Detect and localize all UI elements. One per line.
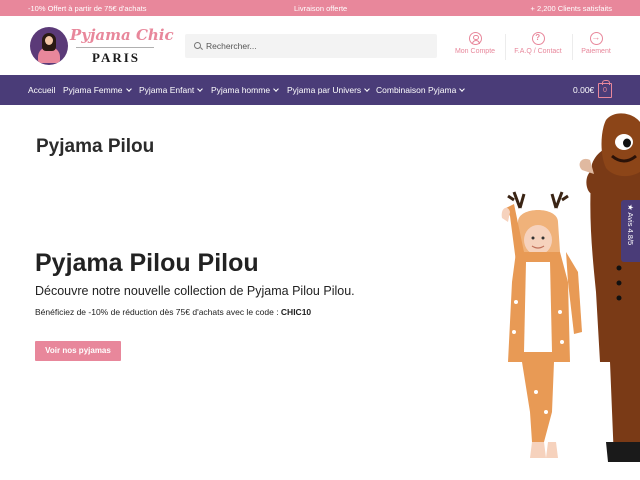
reviews-tab[interactable]: ★ Avis 4.8/5 <box>621 200 640 262</box>
hero-pyjama-models-image <box>501 113 640 462</box>
header-divider <box>505 34 506 60</box>
nav-item-pyjama-enfant[interactable]: Pyjama Enfant <box>139 85 204 95</box>
user-icon <box>468 32 482 45</box>
nav-item-label: Pyjama homme <box>211 85 271 95</box>
announcement-shipping: Livraison offerte <box>294 4 348 13</box>
payment-link[interactable]: Paiement <box>578 32 614 62</box>
search-box <box>185 34 437 58</box>
promo-code: CHIC10 <box>280 307 312 317</box>
adult-onesie-figure <box>579 113 640 462</box>
nav-item-label: Accueil <box>28 85 56 95</box>
nav-item-pyjama-homme[interactable]: Pyjama homme <box>211 85 279 95</box>
header-divider <box>572 34 573 60</box>
chevron-down-icon <box>125 86 132 92</box>
chevron-down-icon <box>459 86 466 92</box>
cart-bag-icon[interactable]: 0 <box>598 80 612 98</box>
cart-count: 0 <box>603 87 607 94</box>
reviews-tab-text: ★ Avis 4.8/5 <box>621 204 640 266</box>
nav-item-label: Pyjama Enfant <box>139 85 195 95</box>
chevron-down-icon <box>364 86 371 92</box>
logo-subtitle: PARIS <box>92 50 141 65</box>
nav-item-label: Pyjama Femme <box>63 85 123 95</box>
site-header: Pyjama Chic PARIS Mon Compte F.A.Q / Con… <box>0 16 640 75</box>
view-pyjamas-button[interactable]: Voir nos pyjamas <box>35 341 121 361</box>
nav-item-combinaison-pyjama[interactable]: Combinaison Pyjama <box>376 85 466 95</box>
hero-subtitle: Découvre notre nouvelle collection de Py… <box>35 284 355 298</box>
hero-promo-text: Bénéficiez de -10% de réduction dès 75€ … <box>35 307 311 317</box>
chevron-down-icon <box>273 86 279 92</box>
reviews-tab-label: Avis 4.8/5 <box>626 212 635 246</box>
account-link[interactable]: Mon Compte <box>453 32 497 62</box>
nav-item-label: Combinaison Pyjama <box>376 85 457 95</box>
logo-avatar-icon <box>30 27 68 65</box>
account-link-label: Mon Compte <box>454 48 496 55</box>
help-icon <box>531 32 545 45</box>
star-icon: ★ <box>626 204 635 211</box>
arrow-right-icon <box>589 32 603 45</box>
faq-contact-link[interactable]: F.A.Q / Contact <box>512 32 564 62</box>
nav-item-accueil[interactable]: Accueil <box>28 85 55 95</box>
announcement-customers: + 2,200 Clients satisfaits <box>530 4 612 13</box>
nav-item-pyjama-femme[interactable]: Pyjama Femme <box>63 85 132 95</box>
logo-divider <box>76 47 154 48</box>
main-navigation: Accueil Pyjama Femme Pyjama Enfant Pyjam… <box>0 75 640 105</box>
promo-text: Bénéficiez de -10% de réduction dès 75€ … <box>35 307 281 317</box>
chevron-down-icon <box>197 86 204 92</box>
search-icon <box>194 42 201 49</box>
logo-title: Pyjama Chic <box>70 26 174 44</box>
faq-contact-link-label: F.A.Q / Contact <box>514 48 562 55</box>
site-logo[interactable]: Pyjama Chic PARIS <box>30 25 174 69</box>
hero-title: Pyjama Pilou Pilou <box>35 249 259 277</box>
child-deer-onesie-figure <box>501 191 582 458</box>
search-input[interactable] <box>206 34 431 58</box>
nav-item-label: Pyjama par Univers <box>287 85 362 95</box>
announcement-bar: -10% Offert à partir de 75€ d'achats Liv… <box>0 0 640 16</box>
page-title: Pyjama Pilou <box>36 136 155 157</box>
announcement-discount: -10% Offert à partir de 75€ d'achats <box>28 4 147 13</box>
nav-item-pyjama-par-univers[interactable]: Pyjama par Univers <box>287 85 371 95</box>
cart-total[interactable]: 0.00€ <box>573 85 594 95</box>
payment-link-label: Paiement <box>581 48 611 55</box>
